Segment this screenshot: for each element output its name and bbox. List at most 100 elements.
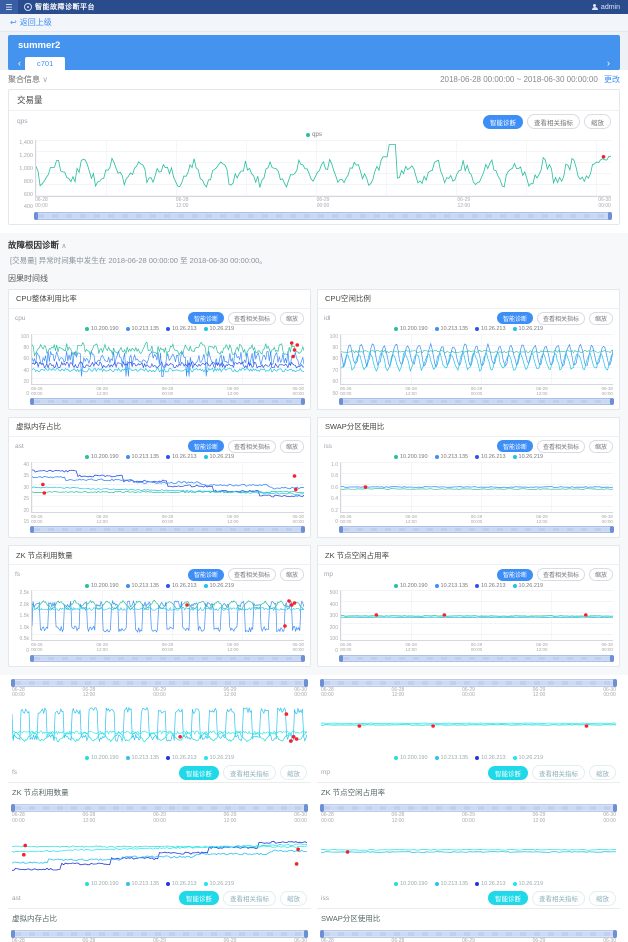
legend-item[interactable]: 10.26.213 bbox=[166, 755, 196, 761]
panel-plot[interactable] bbox=[340, 334, 613, 385]
legend-item[interactable]: qps bbox=[306, 132, 322, 138]
legend-item[interactable]: 10.200.190 bbox=[394, 583, 428, 589]
diagnose-button[interactable]: 智能诊断 bbox=[188, 312, 224, 324]
tab-active[interactable]: c701 bbox=[25, 57, 65, 70]
legend-item[interactable]: 10.26.213 bbox=[166, 326, 196, 332]
menu-icon[interactable]: ☰ bbox=[0, 0, 18, 14]
legend-item[interactable]: 10.213.135 bbox=[126, 454, 160, 460]
zoom-button[interactable]: 缩放 bbox=[589, 312, 613, 325]
diagnose-button[interactable]: 智能诊断 bbox=[497, 569, 533, 581]
aggregate-info-toggle[interactable]: 聚合信息 ∨ bbox=[8, 74, 48, 85]
legend-item[interactable]: 10.26.213 bbox=[166, 454, 196, 460]
datazoom-brush[interactable] bbox=[12, 804, 307, 812]
legend-item[interactable]: 10.26.213 bbox=[475, 881, 505, 887]
change-range-link[interactable]: 更改 bbox=[604, 75, 620, 84]
datazoom-brush[interactable] bbox=[321, 804, 616, 812]
legend-item[interactable]: 10.213.135 bbox=[126, 881, 160, 887]
legend-item[interactable]: 10.26.219 bbox=[204, 454, 234, 460]
legend-item[interactable]: 10.200.190 bbox=[85, 881, 119, 887]
diagnose-button[interactable]: 智能诊断 bbox=[483, 115, 523, 129]
datazoom-brush[interactable] bbox=[340, 398, 613, 405]
legend-item[interactable]: 10.26.219 bbox=[204, 881, 234, 887]
legend-item[interactable]: 10.26.219 bbox=[204, 755, 234, 761]
zoom-button[interactable]: 缩放 bbox=[280, 765, 307, 780]
legend-item[interactable]: 10.26.219 bbox=[204, 326, 234, 332]
zoom-button[interactable]: 缩放 bbox=[589, 765, 616, 780]
related-metrics-button[interactable]: 查看相关指标 bbox=[527, 114, 580, 129]
legend-item[interactable]: 10.200.190 bbox=[85, 755, 119, 761]
user-menu[interactable]: admin bbox=[592, 4, 620, 11]
legend-item[interactable]: 10.26.213 bbox=[166, 881, 196, 887]
legend-item[interactable]: 10.26.213 bbox=[475, 583, 505, 589]
legend-item[interactable]: 10.213.135 bbox=[435, 755, 469, 761]
related-metrics-button[interactable]: 查看相关指标 bbox=[223, 765, 276, 780]
datazoom-brush[interactable] bbox=[35, 212, 611, 220]
zoom-button[interactable]: 缩放 bbox=[589, 568, 613, 581]
diagnose-button[interactable]: 智能诊断 bbox=[497, 312, 533, 324]
legend-item[interactable]: 10.213.135 bbox=[435, 454, 469, 460]
datazoom-brush[interactable] bbox=[340, 526, 613, 533]
zoom-button[interactable]: 缩放 bbox=[280, 891, 307, 906]
back-link[interactable]: ↩ 返回上级 bbox=[10, 17, 52, 28]
panel-plot[interactable] bbox=[340, 590, 613, 641]
legend-item[interactable]: 10.200.190 bbox=[85, 583, 119, 589]
related-metrics-button[interactable]: 查看相关指标 bbox=[228, 568, 276, 581]
zoom-button[interactable]: 缩放 bbox=[280, 440, 304, 453]
datazoom-brush[interactable] bbox=[31, 398, 304, 405]
legend-item[interactable]: 10.26.213 bbox=[475, 326, 505, 332]
related-metrics-button[interactable]: 查看相关指标 bbox=[532, 891, 585, 906]
related-metrics-button[interactable]: 查看相关指标 bbox=[228, 312, 276, 325]
panel-plot[interactable] bbox=[340, 462, 613, 513]
diagnose-button[interactable]: 智能诊断 bbox=[497, 440, 533, 452]
related-metrics-button[interactable]: 查看相关指标 bbox=[223, 891, 276, 906]
panel-plot[interactable] bbox=[321, 825, 616, 879]
legend-item[interactable]: 10.26.219 bbox=[513, 755, 543, 761]
datazoom-brush[interactable] bbox=[321, 930, 616, 938]
panel-plot[interactable] bbox=[12, 699, 307, 753]
legend-item[interactable]: 10.200.190 bbox=[394, 755, 428, 761]
diagnose-button[interactable]: 智能诊断 bbox=[188, 440, 224, 452]
zoom-button[interactable]: 缩放 bbox=[280, 312, 304, 325]
zoom-button[interactable]: 缩放 bbox=[584, 114, 611, 129]
main-plot[interactable] bbox=[35, 140, 611, 197]
tab-prev-icon[interactable]: ‹ bbox=[14, 58, 25, 70]
legend-item[interactable]: 10.26.219 bbox=[204, 583, 234, 589]
diagnosis-title[interactable]: 故障根因诊断 ∧ bbox=[8, 239, 620, 251]
legend-item[interactable]: 10.213.135 bbox=[435, 583, 469, 589]
legend-item[interactable]: 10.200.190 bbox=[394, 881, 428, 887]
related-metrics-button[interactable]: 查看相关指标 bbox=[532, 765, 585, 780]
datazoom-brush[interactable] bbox=[12, 679, 307, 687]
legend-item[interactable]: 10.26.219 bbox=[513, 881, 543, 887]
legend-item[interactable]: 10.200.190 bbox=[85, 326, 119, 332]
panel-plot[interactable] bbox=[31, 334, 304, 385]
legend-item[interactable]: 10.26.213 bbox=[475, 454, 505, 460]
legend-item[interactable]: 10.26.219 bbox=[513, 454, 543, 460]
datazoom-brush[interactable] bbox=[31, 655, 304, 662]
related-metrics-button[interactable]: 查看相关指标 bbox=[537, 312, 585, 325]
datazoom-brush[interactable] bbox=[12, 930, 307, 938]
panel-plot[interactable] bbox=[31, 590, 304, 641]
legend-item[interactable]: 10.200.190 bbox=[85, 454, 119, 460]
related-metrics-button[interactable]: 查看相关指标 bbox=[537, 568, 585, 581]
legend-item[interactable]: 10.200.190 bbox=[394, 454, 428, 460]
legend-item[interactable]: 10.213.135 bbox=[126, 583, 160, 589]
legend-item[interactable]: 10.26.219 bbox=[513, 326, 543, 332]
datazoom-brush[interactable] bbox=[31, 526, 304, 533]
legend-item[interactable]: 10.26.213 bbox=[475, 755, 505, 761]
zoom-button[interactable]: 缩放 bbox=[280, 568, 304, 581]
legend-item[interactable]: 10.213.135 bbox=[435, 326, 469, 332]
diagnose-button[interactable]: 智能诊断 bbox=[488, 891, 528, 905]
tab-next-icon[interactable]: › bbox=[603, 58, 614, 70]
diagnose-button[interactable]: 智能诊断 bbox=[188, 569, 224, 581]
legend-item[interactable]: 10.213.135 bbox=[126, 755, 160, 761]
related-metrics-button[interactable]: 查看相关指标 bbox=[537, 440, 585, 453]
legend-item[interactable]: 10.26.213 bbox=[166, 583, 196, 589]
diagnose-button[interactable]: 智能诊断 bbox=[179, 891, 219, 905]
legend-item[interactable]: 10.213.135 bbox=[126, 326, 160, 332]
zoom-button[interactable]: 缩放 bbox=[589, 891, 616, 906]
panel-plot[interactable] bbox=[12, 825, 307, 879]
panel-plot[interactable] bbox=[31, 462, 304, 513]
legend-item[interactable]: 10.213.135 bbox=[435, 881, 469, 887]
related-metrics-button[interactable]: 查看相关指标 bbox=[228, 440, 276, 453]
zoom-button[interactable]: 缩放 bbox=[589, 440, 613, 453]
